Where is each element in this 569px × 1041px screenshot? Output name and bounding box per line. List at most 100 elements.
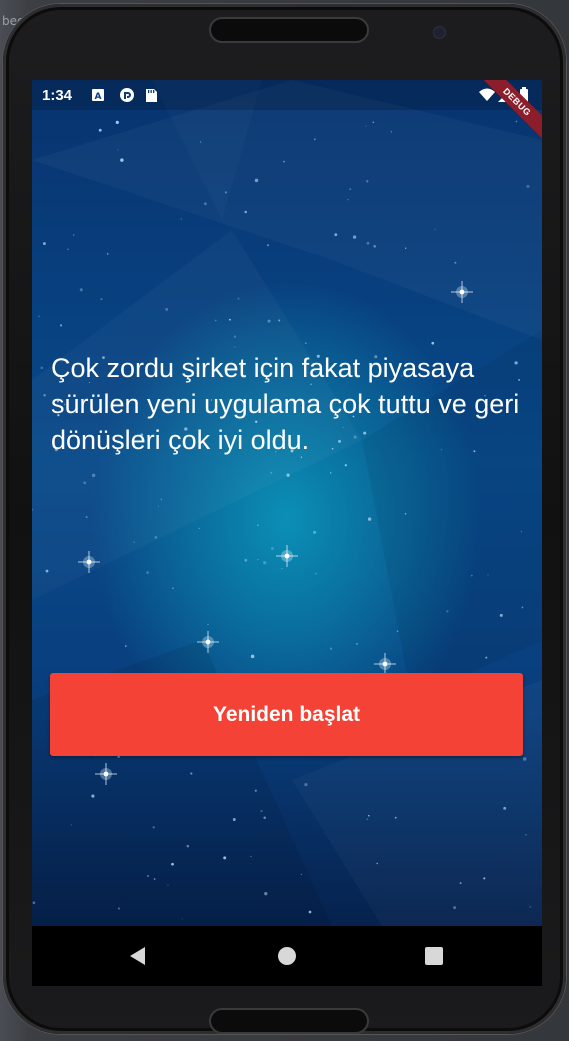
star — [366, 180, 369, 183]
star — [283, 160, 285, 163]
star — [454, 261, 457, 264]
star — [214, 319, 217, 322]
star — [263, 561, 267, 565]
star — [344, 464, 347, 467]
star — [281, 567, 283, 570]
star — [356, 643, 358, 645]
star — [515, 120, 518, 123]
star — [73, 234, 75, 236]
star — [254, 178, 259, 183]
star — [160, 498, 162, 500]
star — [434, 228, 436, 231]
star — [117, 907, 120, 910]
star — [200, 141, 202, 143]
star — [526, 184, 530, 188]
star — [250, 654, 255, 659]
star — [147, 874, 149, 877]
star — [349, 188, 352, 191]
star — [224, 191, 228, 194]
star — [522, 757, 527, 761]
svg-text:A: A — [95, 92, 102, 102]
star — [286, 473, 290, 477]
star — [313, 530, 317, 534]
star — [98, 128, 102, 132]
star — [43, 394, 46, 397]
app-screen: 1:34 A DEBUG Çok zordu şirket için fakat… — [32, 80, 542, 926]
bright-star — [95, 763, 117, 785]
star — [244, 558, 248, 562]
bottom-speaker — [209, 1008, 369, 1034]
star — [308, 910, 312, 914]
star — [172, 587, 174, 589]
home-icon[interactable] — [275, 944, 299, 968]
star — [267, 319, 271, 323]
bright-star — [78, 551, 100, 573]
star — [154, 536, 158, 539]
star — [263, 816, 266, 820]
star — [521, 606, 524, 609]
star — [368, 814, 370, 817]
star — [223, 856, 227, 860]
star — [366, 241, 370, 245]
star — [190, 772, 193, 775]
star — [266, 244, 270, 247]
star — [45, 569, 49, 573]
star — [304, 783, 308, 787]
star — [100, 298, 103, 301]
top-speaker — [209, 17, 369, 43]
star — [396, 630, 399, 633]
star — [181, 918, 183, 920]
star — [42, 242, 46, 246]
back-icon[interactable] — [126, 944, 150, 968]
star — [260, 810, 263, 813]
star — [125, 645, 127, 647]
star — [499, 613, 503, 617]
star — [244, 210, 247, 214]
star — [91, 794, 95, 798]
star — [300, 873, 302, 876]
star — [315, 573, 317, 575]
star — [304, 342, 307, 345]
star — [485, 656, 488, 659]
star — [228, 318, 231, 321]
star — [453, 906, 457, 910]
sd-card-icon — [146, 89, 157, 102]
recents-icon[interactable] — [422, 944, 446, 968]
wifi-icon — [479, 88, 495, 101]
star — [67, 248, 69, 250]
star — [334, 233, 338, 237]
star — [133, 541, 136, 544]
star — [120, 158, 124, 162]
star — [525, 834, 527, 836]
star — [91, 473, 96, 478]
star — [204, 202, 207, 206]
star — [365, 125, 367, 127]
star — [59, 324, 63, 327]
star — [257, 524, 259, 526]
bright-star — [197, 631, 219, 653]
star — [405, 247, 407, 249]
message-text: Çok zordu şirket için fakat piyasaya sür… — [51, 353, 520, 455]
star — [487, 574, 489, 576]
star — [237, 297, 240, 300]
star — [115, 120, 119, 124]
star — [83, 481, 87, 485]
star — [470, 574, 473, 577]
restart-button[interactable]: Yeniden başlat — [50, 673, 523, 756]
star — [106, 253, 109, 255]
star — [459, 882, 462, 885]
star — [366, 818, 369, 820]
star — [394, 816, 397, 819]
star — [431, 341, 435, 345]
star — [234, 346, 236, 348]
star — [70, 824, 73, 826]
star — [372, 121, 375, 124]
star — [257, 559, 259, 561]
star — [404, 512, 407, 515]
star — [446, 610, 449, 613]
star — [198, 527, 200, 529]
star — [171, 862, 174, 866]
star — [85, 516, 88, 519]
star — [373, 245, 376, 248]
star — [233, 335, 237, 338]
